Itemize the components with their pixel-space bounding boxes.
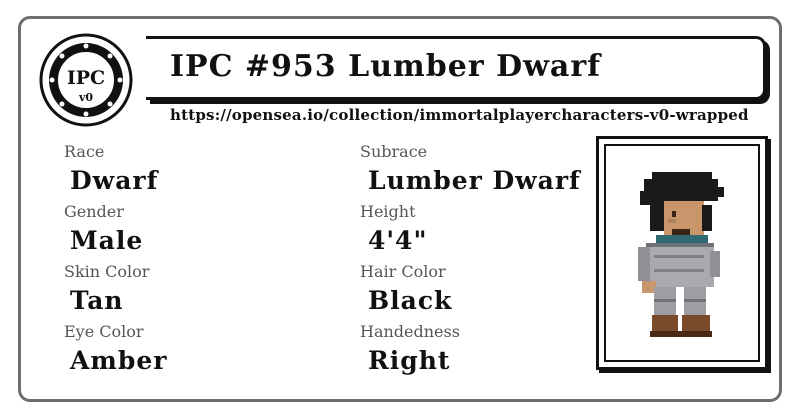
handedness-label: Handedness <box>360 322 460 341</box>
skin-color-value: Tan <box>70 286 124 315</box>
gender-value: Male <box>70 226 144 255</box>
dwarf-sprite <box>638 172 724 337</box>
race-label: Race <box>64 142 105 161</box>
subrace-value: Lumber Dwarf <box>368 166 581 195</box>
hair-color-label: Hair Color <box>360 262 446 281</box>
eye-color-value: Amber <box>70 346 168 375</box>
skin-color-label: Skin Color <box>64 262 150 281</box>
character-title: IPC #953 Lumber Dwarf <box>170 49 602 84</box>
gender-label: Gender <box>64 202 124 221</box>
handedness-value: Right <box>368 346 451 375</box>
logo-subtext: v0 <box>78 91 93 104</box>
ipc-logo: IPC v0 <box>39 33 133 127</box>
collection-url[interactable]: https://opensea.io/collection/immortalpl… <box>170 106 749 124</box>
character-portrait-frame <box>596 136 768 370</box>
height-value: 4'4" <box>368 226 428 255</box>
title-banner: IPC #953 Lumber Dwarf <box>146 36 766 100</box>
race-value: Dwarf <box>70 166 159 195</box>
logo-text: IPC <box>67 67 105 89</box>
subrace-label: Subrace <box>360 142 428 161</box>
hair-color-value: Black <box>368 286 453 315</box>
height-label: Height <box>360 202 416 221</box>
eye-color-label: Eye Color <box>64 322 144 341</box>
